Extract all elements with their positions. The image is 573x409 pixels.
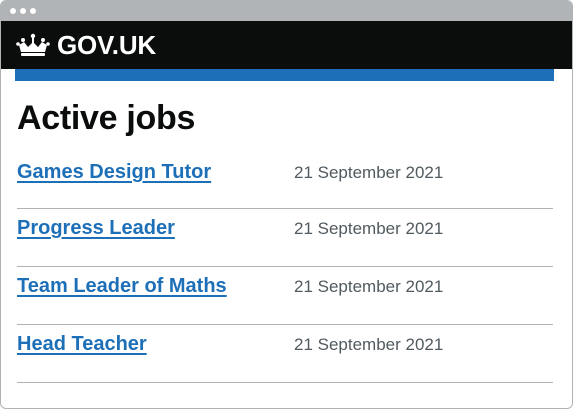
- job-row: Progress Leader 21 September 2021: [17, 209, 553, 267]
- page-title: Active jobs: [17, 99, 196, 137]
- job-date: 21 September 2021: [294, 335, 444, 354]
- job-row: Games Design Tutor 21 September 2021: [17, 161, 553, 209]
- job-title-link[interactable]: Progress Leader: [17, 217, 294, 240]
- job-row: Head Teacher 21 September 2021: [17, 325, 553, 383]
- window-control-dot[interactable]: [30, 8, 36, 14]
- crown-icon: [16, 33, 50, 56]
- govuk-logotype[interactable]: GOV.UK: [57, 30, 156, 61]
- browser-window: GOV.UK Active jobs Games Design Tutor 21…: [0, 0, 573, 409]
- job-date: 21 September 2021: [294, 219, 444, 238]
- job-title-link[interactable]: Team Leader of Maths: [17, 275, 294, 298]
- window-control-dot[interactable]: [20, 8, 26, 14]
- job-list: Games Design Tutor 21 September 2021 Pro…: [17, 161, 553, 383]
- window-control-dot[interactable]: [10, 8, 16, 14]
- job-title-link[interactable]: Head Teacher: [17, 333, 294, 356]
- job-title-link[interactable]: Games Design Tutor: [17, 161, 294, 184]
- header-blue-bar: [15, 69, 554, 81]
- job-date: 21 September 2021: [294, 163, 444, 182]
- main-content: Active jobs Games Design Tutor 21 Septem…: [17, 97, 553, 383]
- job-date: 21 September 2021: [294, 277, 444, 296]
- govuk-header: GOV.UK: [1, 21, 572, 69]
- job-row: Team Leader of Maths 21 September 2021: [17, 267, 553, 325]
- window-titlebar: [1, 1, 572, 21]
